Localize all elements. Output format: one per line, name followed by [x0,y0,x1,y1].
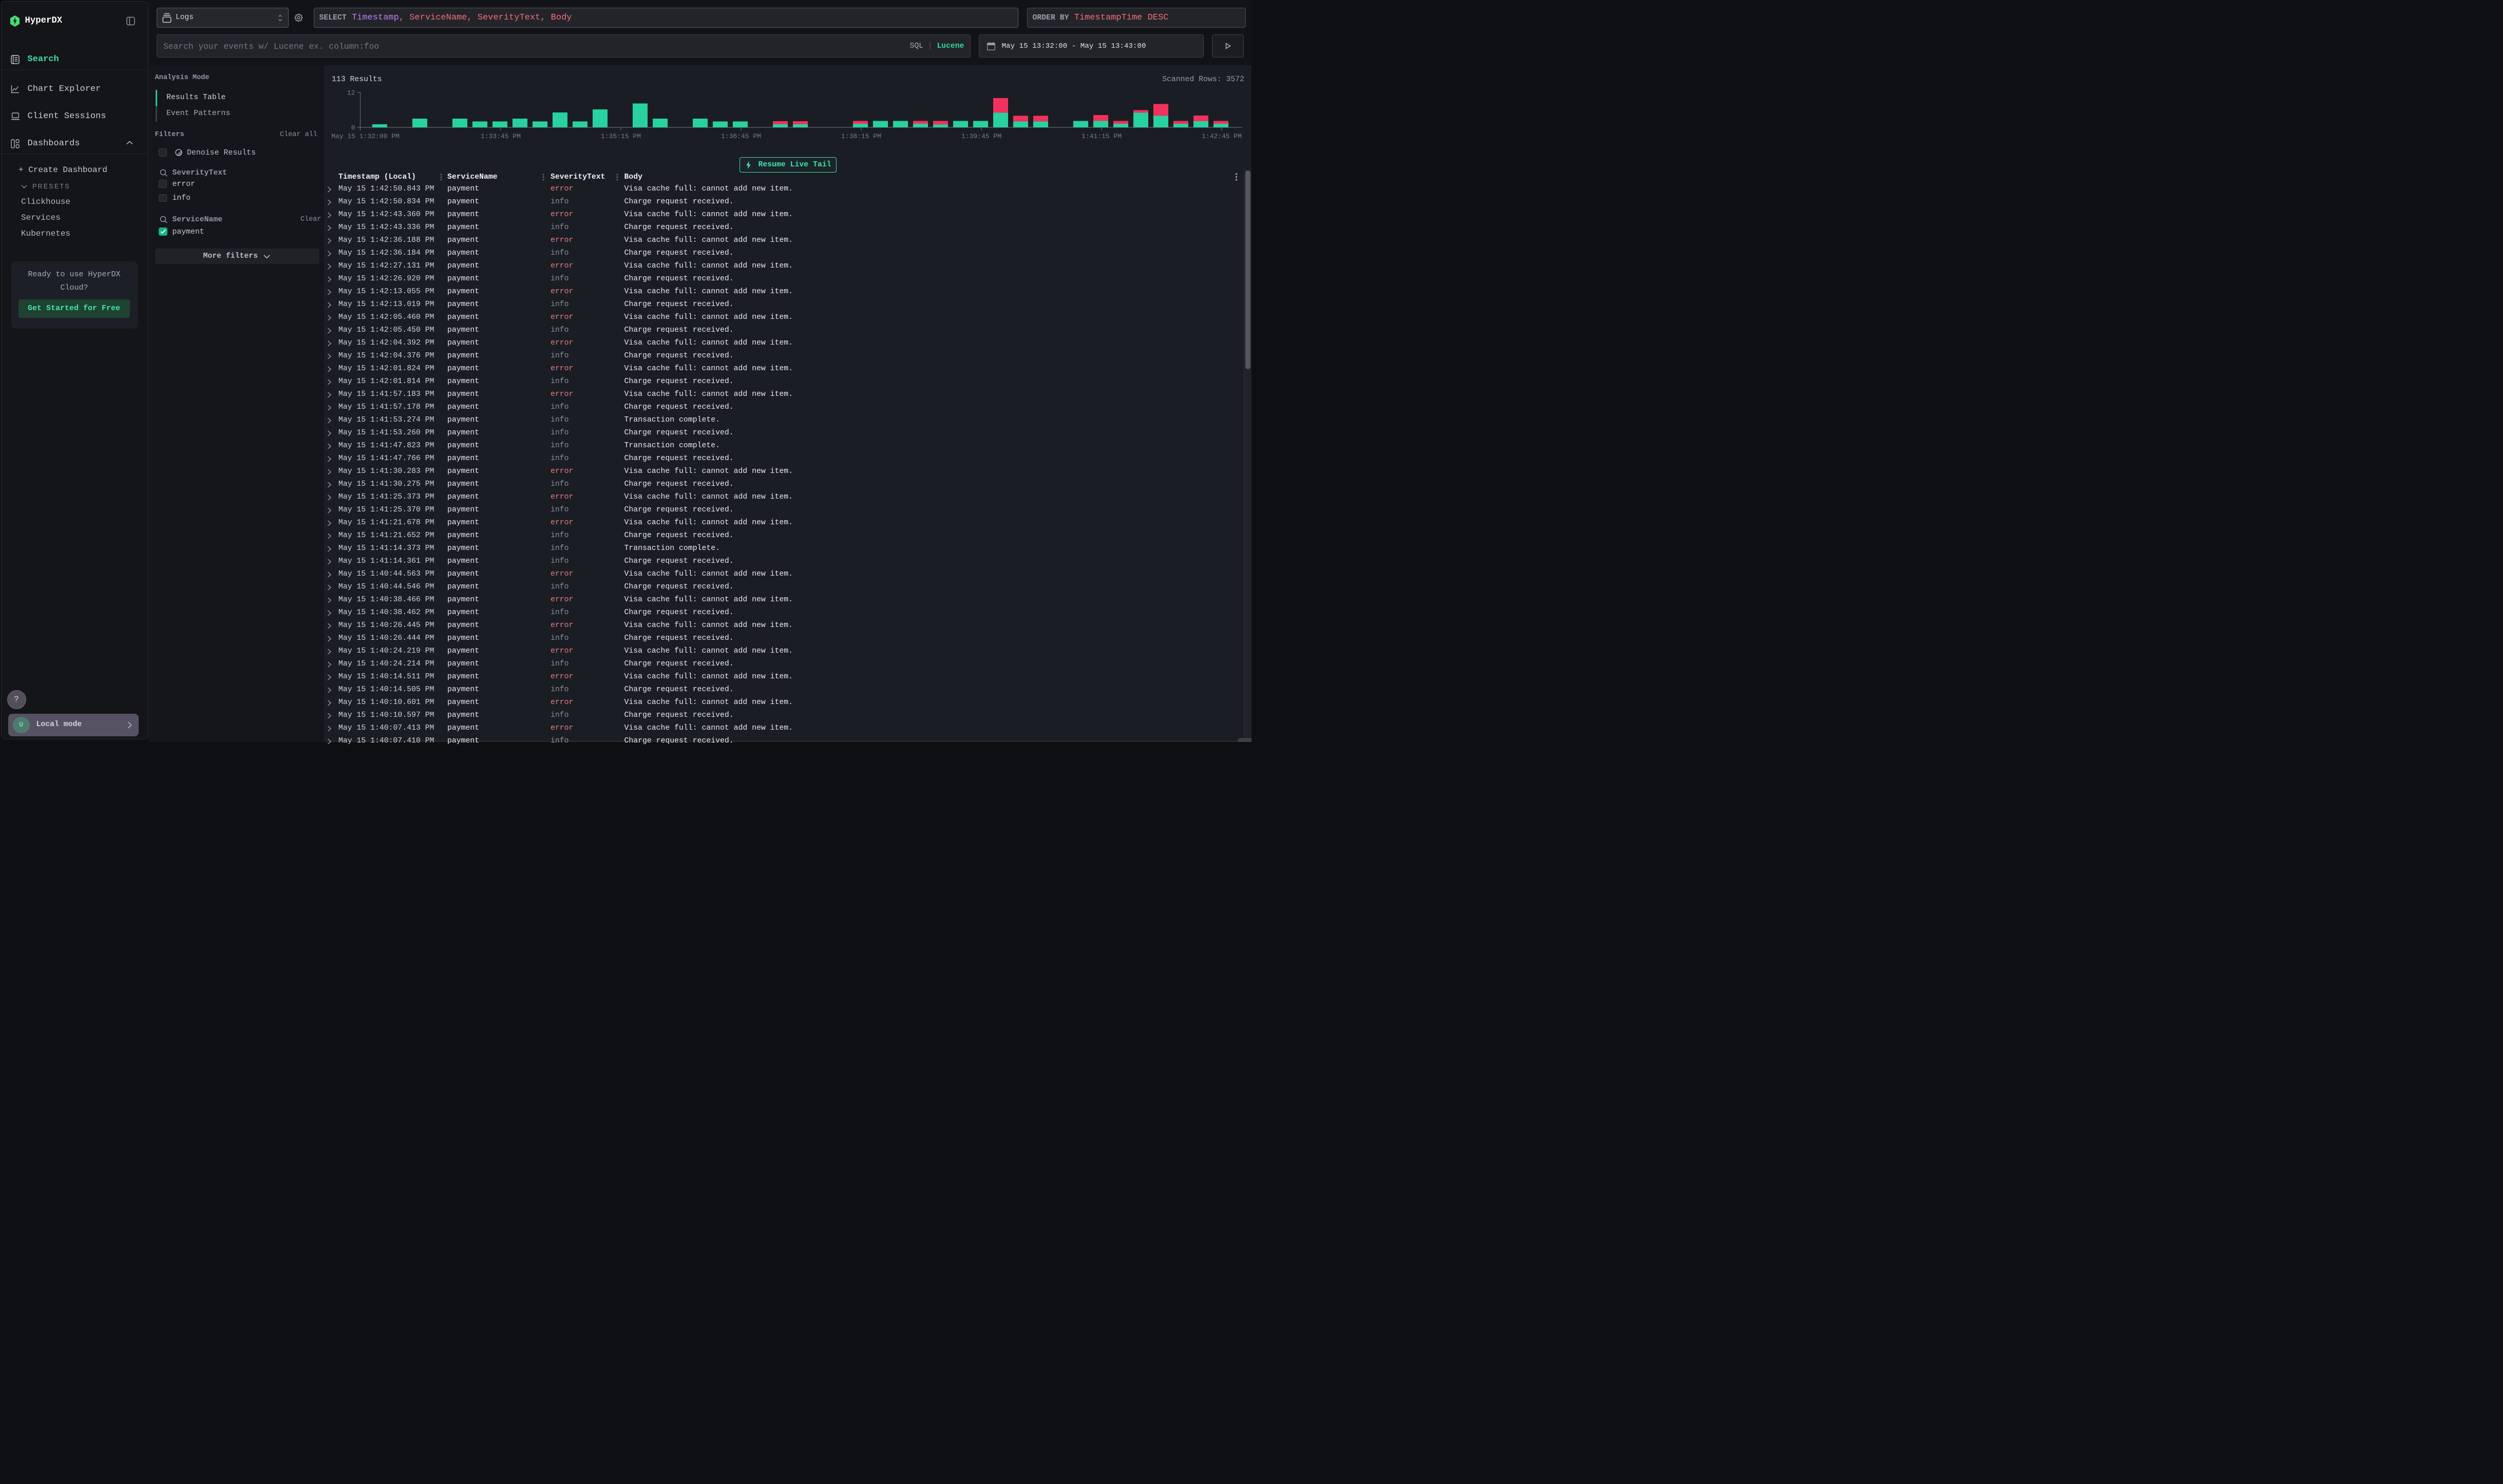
svg-text:1:42:45 PM: 1:42:45 PM [1201,132,1241,140]
svg-text:May 15 1:32:00 PM: May 15 1:32:00 PM [331,132,400,140]
svg-text:12: 12 [347,89,355,97]
svg-text:1:36:45 PM: 1:36:45 PM [720,132,761,140]
svg-text:1:35:15 PM: 1:35:15 PM [600,132,640,140]
svg-text:0: 0 [351,124,355,131]
svg-text:1:33:45 PM: 1:33:45 PM [480,132,520,140]
svg-text:1:38:15 PM: 1:38:15 PM [841,132,881,140]
svg-text:1:39:45 PM: 1:39:45 PM [961,132,1001,140]
svg-text:1:41:15 PM: 1:41:15 PM [1081,132,1121,140]
